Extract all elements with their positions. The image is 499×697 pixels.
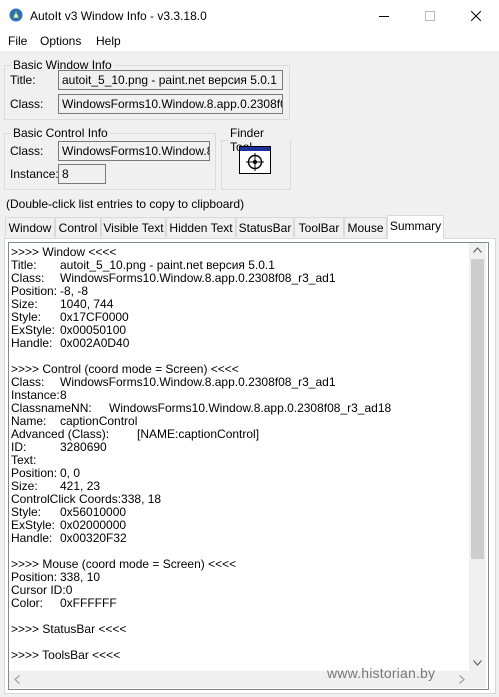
control-instance-label: Instance: <box>10 167 59 181</box>
tab-toolbar[interactable]: ToolBar <box>294 217 344 237</box>
summary-line-value: 0x02000000 <box>60 518 127 532</box>
scroll-right-arrow-icon[interactable] <box>459 675 465 684</box>
summary-line-value: WindowsForms10.Window.8.app.0.2308f08_r3… <box>60 375 336 389</box>
summary-line-value: 0 <box>65 583 73 597</box>
summary-line-label: ControlClick Coords: <box>11 492 122 506</box>
finder-tool-target[interactable] <box>239 146 271 174</box>
watermark-text: www.historian.by <box>327 665 436 681</box>
summary-line-value: 338, 18 <box>121 492 162 506</box>
close-button[interactable] <box>453 0 499 31</box>
summary-line-value: 8 <box>60 388 67 402</box>
summary-line-value: 0, 0 <box>60 466 81 480</box>
summary-line[interactable]: Handle: 0x00320F32 <box>11 532 127 545</box>
autoit-app-icon <box>9 8 23 22</box>
summary-line-value: 0x00050100 <box>60 323 127 337</box>
window-title-field[interactable]: autoit_5_10.png - paint.net версия 5.0.1 <box>58 70 283 90</box>
tab-visible-text[interactable]: Visible Text <box>101 217 166 237</box>
control-instance-field[interactable]: 8 <box>58 164 106 184</box>
summary-line-value: 0x17CF0000 <box>60 310 129 324</box>
minimize-button[interactable] <box>361 0 407 31</box>
summary-line-value: WindowsForms10.Window.8.app.0.2308f08_r3… <box>109 401 392 415</box>
window-class-label: Class: <box>10 97 44 111</box>
tab-mouse[interactable]: Mouse <box>344 217 387 237</box>
maximize-button[interactable] <box>407 0 453 31</box>
close-icon <box>471 10 481 21</box>
summary-line[interactable]: Handle: 0x002A0D40 <box>11 337 129 350</box>
menu-bar: File Options Help <box>0 31 499 51</box>
summary-line-value: 421, 23 <box>60 479 101 493</box>
summary-line-value: 3280690 <box>60 440 107 454</box>
summary-line-value: autoit_5_10.png - paint.net версия 5.0.1 <box>60 258 275 272</box>
menu-help[interactable]: Help <box>96 34 121 48</box>
summary-line-label: Handle: <box>11 531 53 545</box>
summary-line-value: 0x00320F32 <box>60 531 127 545</box>
scroll-down-arrow-icon[interactable] <box>473 660 482 666</box>
menu-file[interactable]: File <box>8 34 27 48</box>
summary-line-value: -8, -8 <box>60 284 89 298</box>
tab-statusbar[interactable]: StatusBar <box>236 217 294 237</box>
title-bar[interactable]: AutoIt v3 Window Info - v3.3.18.0 <box>0 0 499 31</box>
scroll-left-arrow-icon[interactable] <box>14 675 20 684</box>
window-class-field[interactable]: WindowsForms10.Window.8.app.0.2308f08_r3… <box>58 94 283 114</box>
summary-line-value: 1040, 744 <box>60 297 114 311</box>
scroll-up-arrow-icon[interactable] <box>473 247 482 253</box>
summary-line[interactable]: >>>> StatusBar <<<< <box>11 623 126 636</box>
window-title-label: Title: <box>10 73 36 87</box>
summary-line-value: 0x56010000 <box>60 505 127 519</box>
summary-line[interactable]: >>>> ToolsBar <<<< <box>11 649 120 662</box>
summary-line-value: [NAME:captionControl] <box>137 427 260 441</box>
basic-control-info-legend: Basic Control Info <box>13 126 108 140</box>
tab-hidden-text[interactable]: Hidden Text <box>166 217 236 237</box>
vertical-scroll-thumb[interactable] <box>471 259 484 559</box>
summary-line-value: captionControl <box>60 414 138 428</box>
summary-line[interactable]: Color: 0xFFFFFF <box>11 597 117 610</box>
summary-line-label: Color: <box>11 596 44 610</box>
control-class-field[interactable]: WindowsForms10.Window.8.a <box>58 141 210 161</box>
finder-title-strip <box>240 147 270 151</box>
summary-list[interactable]: >>>> Window <<<< Title: autoit_5_10.png - … <box>8 242 489 690</box>
scroll-corner <box>469 671 486 688</box>
summary-line-value: WindowsForms10.Window.8.app.0.2308f08_r3… <box>60 271 336 285</box>
tab-summary[interactable]: Summary <box>387 215 444 239</box>
tab-control[interactable]: Control <box>55 217 101 237</box>
copy-hint-text: (Double-click list entries to copy to cl… <box>6 197 245 211</box>
summary-line-value: 338, 10 <box>60 570 101 584</box>
control-class-label: Class: <box>10 144 44 158</box>
summary-line[interactable]: Advanced (Class): [NAME:captionControl] <box>11 428 259 441</box>
window-title: AutoIt v3 Window Info - v3.3.18.0 <box>30 9 207 23</box>
summary-line-label: Handle: <box>11 336 53 350</box>
menu-options[interactable]: Options <box>40 34 81 48</box>
maximize-icon <box>425 10 435 21</box>
crosshair-icon <box>246 153 264 171</box>
summary-line-value: 0x002A0D40 <box>60 336 130 350</box>
tab-window[interactable]: Window <box>5 217 55 237</box>
minimize-icon <box>379 15 389 17</box>
summary-line-value: 0xFFFFFF <box>60 596 117 610</box>
